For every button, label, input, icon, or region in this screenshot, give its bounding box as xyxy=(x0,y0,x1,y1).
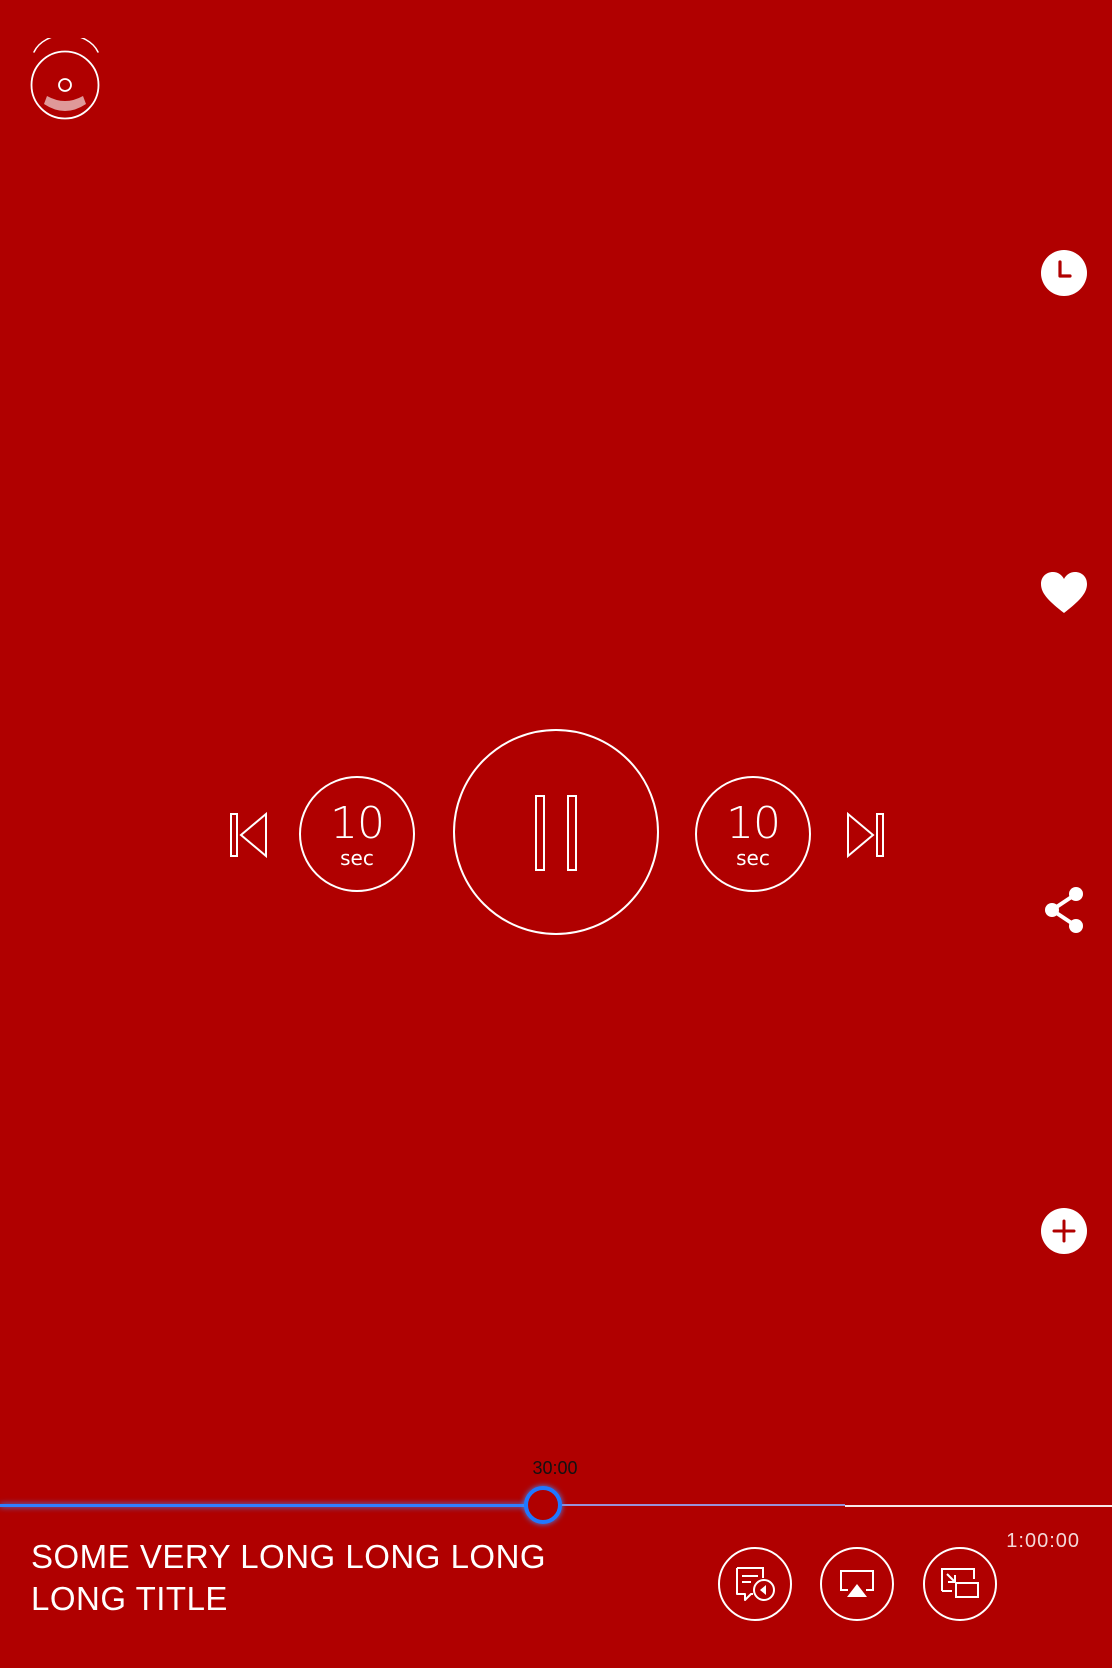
airplay-icon xyxy=(840,1570,874,1597)
current-time: 30:00 xyxy=(532,1458,578,1478)
airplay-button[interactable] xyxy=(820,1547,894,1621)
buffered-range xyxy=(543,1504,845,1506)
rewind-amount: 10 xyxy=(330,798,385,849)
queue-cast-button[interactable] xyxy=(718,1547,792,1621)
clock-icon xyxy=(1041,250,1087,296)
progress-track[interactable] xyxy=(845,1505,1112,1507)
track-title: SOME VERY LONG LONG LONG LONG TITLE xyxy=(31,1538,547,1617)
skip-previous-icon xyxy=(230,811,267,859)
rewind-10-button[interactable]: 10 sec xyxy=(299,776,415,892)
cast-queue-icon xyxy=(736,1567,775,1601)
forward-10-button[interactable]: 10 sec xyxy=(695,776,811,892)
add-to-playlist-button[interactable] xyxy=(1040,1207,1088,1255)
total-time: 1:00:00 xyxy=(1006,1530,1080,1552)
heart-icon xyxy=(1041,572,1087,613)
forward-amount: 10 xyxy=(726,798,781,849)
favorite-button[interactable] xyxy=(1040,569,1088,617)
forward-unit: sec xyxy=(736,846,770,870)
picture-in-picture-button[interactable] xyxy=(923,1547,997,1621)
skip-next-icon xyxy=(847,811,884,859)
rewind-unit: sec xyxy=(340,846,374,870)
clock-button[interactable] xyxy=(1040,249,1088,297)
share-button[interactable] xyxy=(1040,886,1088,934)
plus-icon xyxy=(1041,1208,1087,1254)
share-icon xyxy=(1045,887,1083,933)
seek-thumb[interactable] xyxy=(524,1486,562,1524)
next-track-button[interactable] xyxy=(842,810,886,860)
previous-track-button[interactable] xyxy=(228,810,272,860)
pause-button[interactable] xyxy=(453,729,659,935)
played-range xyxy=(0,1504,543,1507)
radio-logo-icon xyxy=(30,34,102,120)
pause-icon xyxy=(535,795,545,871)
picture-in-picture-icon xyxy=(941,1568,979,1598)
